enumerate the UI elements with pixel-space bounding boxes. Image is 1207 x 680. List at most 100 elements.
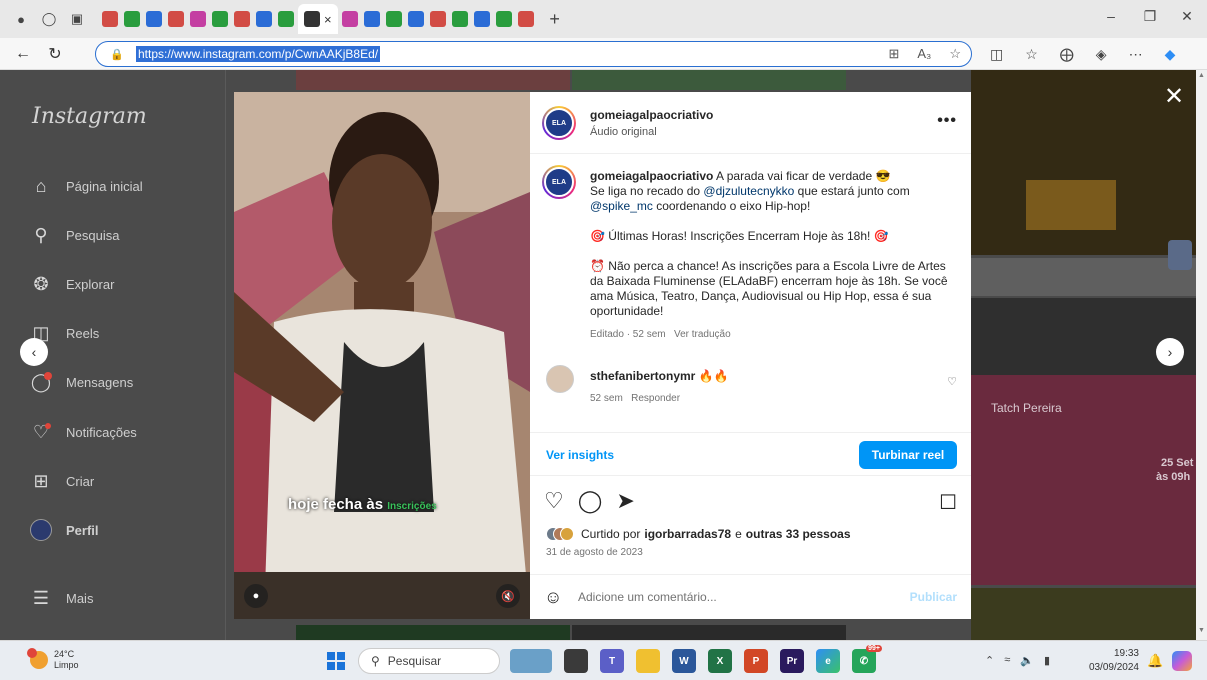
app-available-icon[interactable]: ⊞ — [888, 46, 899, 62]
tab[interactable] — [168, 11, 184, 27]
sidebar-panel-tab[interactable] — [1168, 240, 1192, 270]
tab[interactable] — [256, 11, 272, 27]
more-menu-icon[interactable]: ⋯ — [1129, 46, 1143, 63]
reply-link[interactable]: Responder — [631, 393, 680, 404]
volume-icon[interactable]: 🔈 — [1020, 654, 1034, 667]
user-tag-icon[interactable]: ● — [244, 584, 268, 608]
widget-app-icon[interactable] — [510, 649, 552, 673]
profile-icon[interactable]: ● — [10, 8, 32, 30]
powerpoint-icon[interactable]: P — [744, 649, 768, 673]
scroll-up-icon[interactable]: ▲ — [1196, 72, 1207, 83]
tab[interactable] — [385, 11, 402, 27]
workspaces-icon[interactable]: ◯ — [38, 8, 60, 30]
sidebar-item-explore[interactable]: ❂ Explorar — [30, 270, 114, 298]
copilot-taskbar-icon[interactable] — [1172, 651, 1192, 671]
tab[interactable] — [212, 11, 228, 27]
caption-avatar[interactable]: ELA — [542, 165, 576, 199]
tab[interactable] — [278, 11, 294, 27]
instagram-logo[interactable]: Instagram — [32, 104, 147, 129]
boost-reel-button[interactable]: Turbinar reel — [859, 441, 957, 469]
task-view-icon[interactable] — [564, 649, 588, 673]
windows-start-icon[interactable] — [327, 652, 345, 670]
teams-icon[interactable]: T — [600, 649, 624, 673]
collections-icon[interactable]: ⨁ — [1060, 46, 1074, 63]
liker-username[interactable]: igorbarradas78 — [644, 527, 731, 541]
view-insights-link[interactable]: Ver insights — [546, 448, 614, 462]
excel-icon[interactable]: X — [708, 649, 732, 673]
close-modal-icon[interactable]: ✕ — [1162, 82, 1186, 111]
chevron-up-icon[interactable]: ⌃ — [985, 654, 994, 667]
next-post-arrow[interactable]: › — [1156, 338, 1184, 366]
sidebar-item-home[interactable]: ⌂ Página inicial — [30, 172, 143, 200]
like-icon[interactable]: ♡ — [544, 488, 564, 514]
sidebar-item-create[interactable]: ⊞ Criar — [30, 467, 94, 495]
see-translation-link[interactable]: Ver tradução — [674, 329, 731, 340]
tab[interactable] — [190, 11, 206, 27]
author-avatar[interactable]: ELA — [542, 106, 576, 140]
minimize-button[interactable]: – — [1091, 8, 1131, 24]
sidebar-item-search[interactable]: ⚲ Pesquisa — [30, 221, 119, 249]
url-text[interactable]: https://www.instagram.com/p/CwnAAKjB8Ed/ — [136, 46, 381, 62]
notifications-bell-icon[interactable]: 🔔 — [1147, 653, 1163, 669]
mention-link[interactable]: @djzulutecnykko — [703, 184, 794, 198]
sidebar-item-profile[interactable]: Perfil — [30, 516, 99, 544]
file-explorer-icon[interactable] — [636, 649, 660, 673]
whatsapp-icon[interactable]: ✆ 99+ — [852, 645, 882, 673]
likes-others-link[interactable]: outras 33 pessoas — [746, 527, 851, 541]
commenter-avatar[interactable] — [546, 365, 574, 393]
tab[interactable] — [429, 11, 446, 27]
word-icon[interactable]: W — [672, 649, 696, 673]
split-screen-icon[interactable]: ◫ — [990, 46, 1003, 63]
caption-username[interactable]: gomeiagalpaocriativo — [590, 169, 713, 183]
wifi-icon[interactable]: ≈ — [1004, 654, 1010, 667]
edge-icon[interactable]: e — [816, 649, 840, 673]
favorite-star-icon[interactable]: ☆ — [949, 46, 961, 62]
share-icon[interactable]: ➤ — [616, 488, 634, 514]
close-tab-icon[interactable]: × — [324, 12, 332, 27]
more-options-icon[interactable]: ••• — [937, 112, 957, 130]
previous-post-arrow[interactable]: ‹ — [20, 338, 48, 366]
mute-icon[interactable]: 🔇 — [496, 584, 520, 608]
tab[interactable] — [473, 11, 490, 27]
back-button[interactable]: ← — [10, 41, 36, 67]
tab-actions-icon[interactable]: ▣ — [66, 8, 88, 30]
copilot-icon[interactable]: ◆ — [1165, 46, 1176, 63]
extensions-icon[interactable]: ◈ — [1096, 46, 1107, 63]
sidebar-item-messages[interactable]: ◯ Mensagens — [30, 368, 133, 396]
clock[interactable]: 19:33 03/09/2024 — [1083, 647, 1139, 675]
active-tab[interactable]: × — [298, 4, 338, 34]
tab[interactable] — [363, 11, 380, 27]
sidebar-item-more[interactable]: ☰ Mais — [30, 584, 94, 612]
like-comment-icon[interactable]: ♡ — [947, 375, 957, 388]
comment-input[interactable] — [578, 590, 898, 604]
emoji-icon[interactable]: ☺ — [544, 587, 568, 608]
audio-label[interactable]: Áudio original — [590, 126, 713, 138]
read-aloud-icon[interactable]: A₃ — [917, 46, 931, 62]
tab[interactable] — [495, 11, 512, 27]
address-bar[interactable]: 🔒 https://www.instagram.com/p/CwnAAKjB8E… — [95, 41, 972, 67]
reel-video[interactable]: hoje fecha às Inscrições ● 🔇 — [234, 92, 530, 619]
mention-link[interactable]: @spike_mc — [590, 199, 653, 213]
tab[interactable] — [234, 11, 250, 27]
premiere-icon[interactable]: Pr — [780, 649, 804, 673]
restore-button[interactable]: ❐ — [1130, 8, 1170, 25]
new-tab-button[interactable]: + — [544, 9, 566, 30]
save-icon[interactable]: ☐ — [939, 490, 957, 515]
tab[interactable] — [451, 11, 468, 27]
tab[interactable] — [146, 11, 162, 27]
tab[interactable] — [517, 11, 534, 27]
refresh-button[interactable]: ↻ — [42, 41, 68, 67]
commenter-username[interactable]: sthefanibertonymr — [590, 369, 695, 383]
battery-icon[interactable]: ▮ — [1044, 654, 1050, 667]
comment-icon[interactable]: ◯ — [578, 488, 603, 514]
publish-button[interactable]: Publicar — [910, 590, 957, 604]
close-window-button[interactable]: ✕ — [1167, 8, 1207, 25]
tab[interactable] — [407, 11, 424, 27]
tab[interactable] — [124, 11, 140, 27]
tab[interactable] — [341, 11, 358, 27]
tab[interactable] — [102, 11, 118, 27]
page-scrollbar[interactable]: ▲ ▼ — [1196, 70, 1207, 640]
author-username[interactable]: gomeiagalpaocriativo — [590, 108, 713, 122]
weather-widget[interactable]: 24°C Limpo — [27, 648, 79, 671]
scroll-down-icon[interactable]: ▼ — [1196, 627, 1207, 638]
